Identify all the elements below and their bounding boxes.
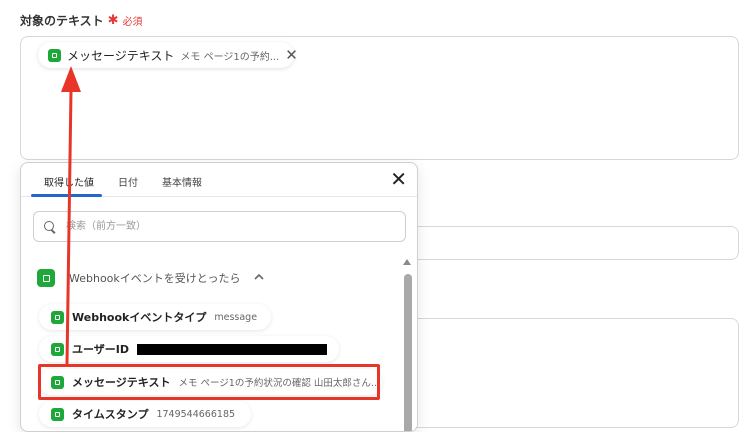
annotation-arrow — [61, 66, 81, 365]
